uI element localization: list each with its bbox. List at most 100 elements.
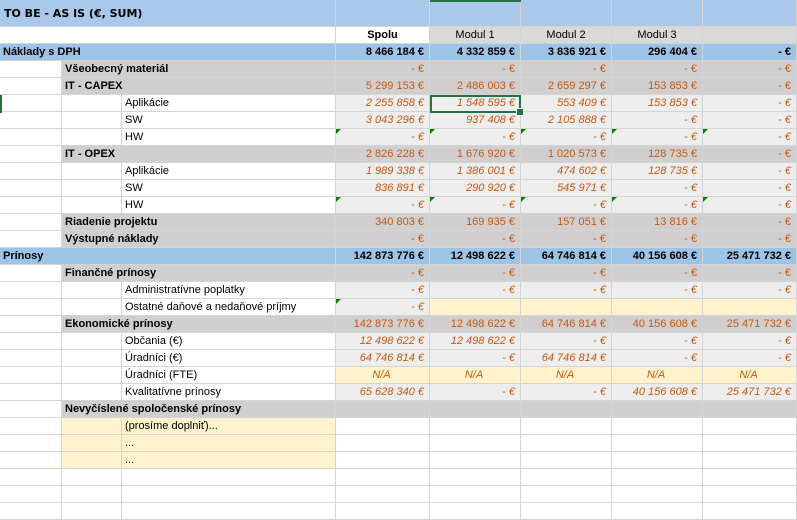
value-cell[interactable]: 40 156 608 € [612, 316, 703, 333]
value-cell[interactable]: 65 628 340 € [336, 384, 430, 401]
indent-cell[interactable] [0, 367, 62, 384]
value-cell[interactable] [612, 435, 703, 452]
value-cell[interactable]: 153 853 € [612, 95, 703, 112]
value-cell[interactable]: - € [430, 265, 521, 282]
fill-handle[interactable] [516, 108, 524, 116]
value-cell[interactable]: 340 803 € [336, 214, 430, 231]
value-cell[interactable]: 142 873 776 € [336, 316, 430, 333]
value-cell[interactable]: 12 498 622 € [430, 333, 521, 350]
column-header-modul-3[interactable]: Modul 3 [612, 27, 703, 44]
value-cell[interactable]: - € [703, 95, 797, 112]
value-cell[interactable]: - € [336, 282, 430, 299]
indent-cell[interactable] [62, 452, 122, 469]
indent-cell[interactable] [62, 282, 122, 299]
value-cell[interactable] [336, 435, 430, 452]
indent-cell[interactable] [62, 435, 122, 452]
value-cell[interactable]: 169 935 € [430, 214, 521, 231]
indent-cell[interactable] [62, 367, 122, 384]
value-cell[interactable]: - € [336, 265, 430, 282]
empty-cell[interactable] [521, 486, 612, 503]
empty-cell[interactable] [430, 469, 521, 486]
value-cell[interactable]: - € [703, 112, 797, 129]
value-cell[interactable]: 937 408 € [430, 112, 521, 129]
empty-cell[interactable] [336, 503, 430, 520]
value-cell[interactable] [703, 299, 797, 316]
indent-cell[interactable] [0, 180, 62, 197]
value-cell[interactable]: - € [703, 231, 797, 248]
indent-cell[interactable] [0, 231, 62, 248]
value-cell[interactable]: 64 746 814 € [521, 316, 612, 333]
value-cell[interactable] [612, 452, 703, 469]
row-label-ostatne-danove-a-nedanove-prijmy[interactable]: Ostatné daňové a nedaňové príjmy [122, 299, 336, 316]
value-cell[interactable] [612, 299, 703, 316]
value-cell[interactable]: 1 676 920 € [430, 146, 521, 163]
empty-cell[interactable] [521, 503, 612, 520]
indent-cell[interactable] [62, 350, 122, 367]
value-cell[interactable] [336, 418, 430, 435]
value-cell[interactable]: 474 602 € [521, 163, 612, 180]
indent-cell[interactable] [0, 214, 62, 231]
value-cell[interactable] [703, 452, 797, 469]
indent-cell[interactable] [62, 418, 122, 435]
value-cell[interactable]: 153 853 € [612, 78, 703, 95]
sheet-title[interactable]: TO BE - AS IS (€, SUM) [0, 0, 336, 27]
value-cell[interactable]: - € [336, 299, 430, 316]
value-cell[interactable]: - € [336, 197, 430, 214]
value-cell[interactable]: 64 746 814 € [336, 350, 430, 367]
column-header-modul-1[interactable]: Modul 1 [430, 27, 521, 44]
value-cell[interactable]: - € [612, 129, 703, 146]
row-label-blank[interactable]: ... [122, 452, 336, 469]
title-filler-cell[interactable] [521, 0, 612, 27]
indent-cell[interactable] [62, 197, 122, 214]
value-cell[interactable] [430, 435, 521, 452]
title-filler-cell[interactable] [703, 0, 797, 27]
row-label-ekonomicke-prinosy[interactable]: Ekonomické prínosy [62, 316, 336, 333]
value-cell[interactable]: - € [703, 61, 797, 78]
value-cell[interactable]: - € [430, 197, 521, 214]
column-header-blank[interactable] [703, 27, 797, 44]
indent-cell[interactable] [0, 299, 62, 316]
empty-cell[interactable] [612, 469, 703, 486]
value-cell[interactable]: 8 466 184 € [336, 44, 430, 61]
empty-cell[interactable] [612, 486, 703, 503]
value-cell[interactable]: - € [612, 112, 703, 129]
value-cell[interactable]: N/A [430, 367, 521, 384]
value-cell[interactable] [521, 452, 612, 469]
indent-cell[interactable] [0, 146, 62, 163]
value-cell[interactable]: - € [430, 231, 521, 248]
value-cell[interactable]: - € [430, 282, 521, 299]
empty-cell[interactable] [122, 503, 336, 520]
empty-cell[interactable] [122, 469, 336, 486]
value-cell[interactable]: - € [430, 129, 521, 146]
value-cell[interactable]: - € [521, 333, 612, 350]
indent-cell[interactable] [0, 282, 62, 299]
row-label-prosime-doplnit[interactable]: (prosíme doplniť)... [122, 418, 336, 435]
column-header-modul-2[interactable]: Modul 2 [521, 27, 612, 44]
row-label-obcania[interactable]: Občania (€) [122, 333, 336, 350]
value-cell[interactable]: 3 043 296 € [336, 112, 430, 129]
value-cell[interactable]: - € [612, 231, 703, 248]
value-cell[interactable]: 2 486 003 € [430, 78, 521, 95]
empty-cell[interactable] [0, 469, 62, 486]
value-cell[interactable]: - € [703, 163, 797, 180]
value-cell[interactable]: - € [521, 231, 612, 248]
indent-cell[interactable] [0, 401, 62, 418]
value-cell[interactable]: 1 989 338 € [336, 163, 430, 180]
value-cell[interactable]: N/A [521, 367, 612, 384]
row-label-it-capex[interactable]: IT - CAPEX [62, 78, 336, 95]
value-cell[interactable]: - € [521, 384, 612, 401]
value-cell[interactable]: 40 156 608 € [612, 384, 703, 401]
value-cell[interactable]: 157 051 € [521, 214, 612, 231]
indent-cell[interactable] [0, 95, 62, 112]
indent-cell[interactable] [62, 163, 122, 180]
row-label-kvalitativne-prinosy[interactable]: Kvalitatívne prínosy [122, 384, 336, 401]
row-label-administrativne-poplatky[interactable]: Administratívne poplatky [122, 282, 336, 299]
column-header-spolu[interactable]: Spolu [336, 27, 430, 44]
value-cell[interactable]: - € [703, 265, 797, 282]
empty-cell[interactable] [0, 503, 62, 520]
value-cell[interactable]: 25 471 732 € [703, 384, 797, 401]
row-label-sw[interactable]: SW [122, 112, 336, 129]
value-cell[interactable]: 5 299 153 € [336, 78, 430, 95]
row-label-financne-prinosy[interactable]: Finančné prínosy [62, 265, 336, 282]
row-label-aplikacie[interactable]: Aplikácie [122, 163, 336, 180]
